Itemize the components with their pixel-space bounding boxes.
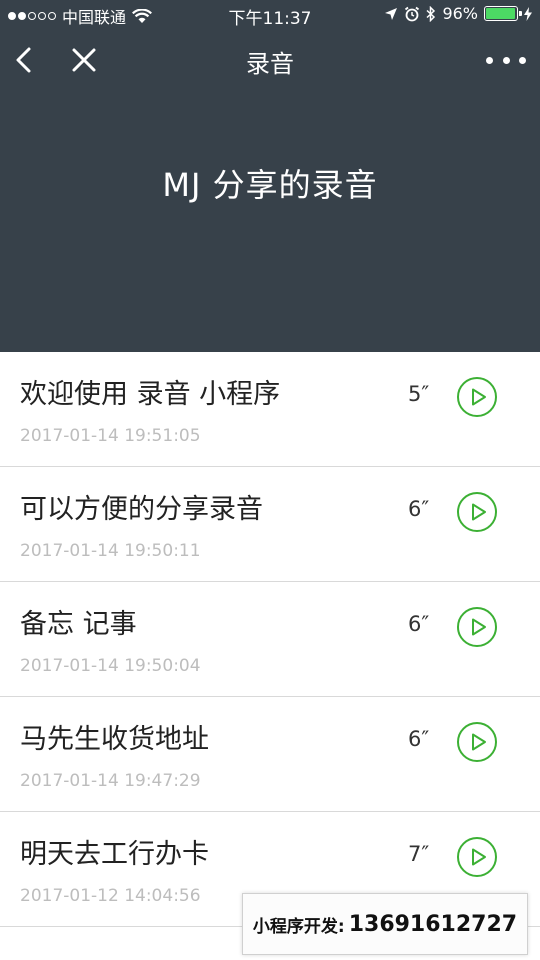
more-dot-icon (502, 56, 510, 64)
hero-title: MJ 分享的录音 (162, 166, 378, 204)
more-dot-icon (519, 56, 526, 64)
recording-date: 2017-01-14 19:47:29 (20, 771, 201, 791)
hero-header: MJ 分享的录音 (0, 92, 540, 352)
recording-title: 备忘 记事 (20, 609, 137, 640)
battery-icon (484, 6, 522, 21)
promo-phone: 13691612727 (348, 911, 518, 937)
recording-title: 欢迎使用 录音 小程序 (20, 379, 281, 410)
recording-duration: 6″ (408, 497, 430, 521)
play-button[interactable] (457, 492, 497, 532)
play-icon (472, 503, 486, 521)
screen: 中国联通 下午11:37 96% 录音 MJ 分享的录音 欢迎使用 录音 小程序… (0, 0, 540, 960)
recording-item[interactable]: 欢迎使用 录音 小程序 2017-01-14 19:51:05 5″ (0, 352, 540, 467)
play-button[interactable] (457, 607, 497, 647)
play-button[interactable] (457, 722, 497, 762)
recording-duration: 6″ (408, 727, 430, 751)
recording-item[interactable]: 可以方便的分享录音 2017-01-14 19:50:11 6″ (0, 467, 540, 582)
recording-item[interactable]: 备忘 记事 2017-01-14 19:50:04 6″ (0, 582, 540, 697)
play-icon (472, 388, 486, 406)
play-icon (472, 848, 486, 866)
recording-date: 2017-01-14 19:51:05 (20, 426, 201, 446)
recording-duration: 5″ (408, 382, 430, 406)
recording-title: 明天去工行办卡 (20, 839, 209, 870)
status-right: 96% (384, 4, 532, 23)
recording-duration: 6″ (408, 612, 430, 636)
battery-tip (519, 11, 522, 16)
play-icon (472, 733, 486, 751)
promo-banner: 小程序开发: 13691612727 (242, 893, 528, 955)
recording-title: 可以方便的分享录音 (20, 494, 263, 525)
recording-date: 2017-01-14 19:50:04 (20, 656, 201, 676)
battery-percent: 96% (442, 4, 478, 23)
chevron-left-icon (16, 47, 31, 73)
recording-date: 2017-01-12 14:04:56 (20, 886, 201, 906)
bluetooth-icon (426, 5, 436, 22)
nav-bar: 录音 (0, 30, 540, 92)
location-arrow-icon (385, 7, 398, 20)
play-button[interactable] (457, 837, 497, 877)
promo-label: 小程序开发: (252, 916, 345, 937)
play-icon (472, 618, 486, 636)
more-dot-icon (486, 56, 493, 64)
recording-list: 欢迎使用 录音 小程序 2017-01-14 19:51:05 5″ 可以方便的… (0, 352, 540, 927)
close-button[interactable] (68, 44, 100, 76)
recording-date: 2017-01-14 19:50:11 (20, 541, 201, 561)
play-button[interactable] (457, 377, 497, 417)
back-button[interactable] (10, 44, 40, 76)
recording-item[interactable]: 马先生收货地址 2017-01-14 19:47:29 6″ (0, 697, 540, 812)
close-icon (72, 48, 96, 72)
recording-title: 马先生收货地址 (20, 724, 209, 755)
charging-bolt-icon (524, 6, 532, 21)
more-button[interactable] (486, 48, 526, 72)
status-bar: 中国联通 下午11:37 96% (0, 0, 540, 30)
recording-duration: 7″ (408, 842, 430, 866)
battery-level-fill (486, 8, 515, 19)
alarm-clock-icon (405, 6, 420, 21)
